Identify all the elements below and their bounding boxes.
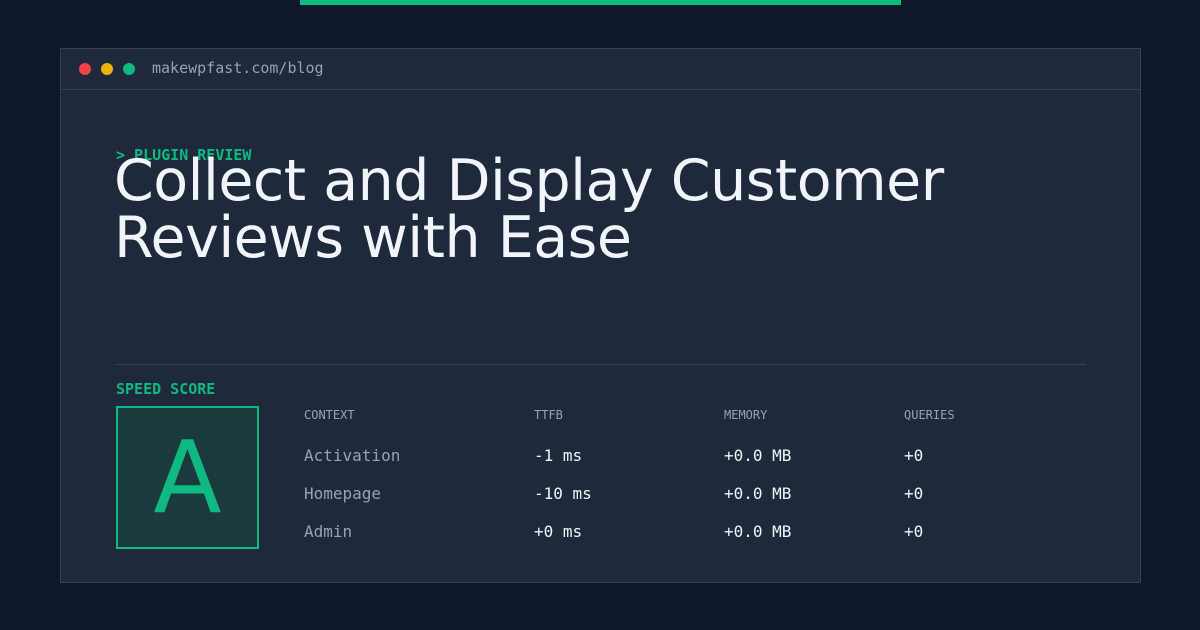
speed-score-label: SPEED SCORE: [116, 380, 216, 398]
header-context: CONTEXT: [304, 408, 355, 422]
speed-grade-box: A: [116, 406, 259, 549]
row-queries: +0: [904, 484, 924, 503]
top-accent-bar: [300, 0, 901, 5]
row-memory: +0.0 MB: [724, 446, 792, 465]
row-queries: +0: [904, 446, 924, 465]
header-queries: QUERIES: [904, 408, 955, 422]
row-ttfb: +0 ms: [534, 522, 583, 541]
header-ttfb: TTFB: [534, 408, 563, 422]
row-ttfb: -1 ms: [534, 446, 583, 465]
row-ttfb: -10 ms: [534, 484, 592, 503]
minimize-dot-icon[interactable]: [101, 63, 113, 75]
row-context: Homepage: [304, 484, 382, 503]
maximize-dot-icon[interactable]: [123, 63, 135, 75]
page-title: Collect and Display Customer Reviews wit…: [114, 148, 944, 271]
row-context: Activation: [304, 446, 401, 465]
url-text[interactable]: makewpfast.com/blog: [152, 58, 324, 78]
row-queries: +0: [904, 522, 924, 541]
browser-window: makewpfast.com/blog > PLUGIN REVIEW Coll…: [60, 48, 1141, 583]
row-context: Admin: [304, 522, 353, 541]
row-memory: +0.0 MB: [724, 522, 792, 541]
section-divider: [116, 364, 1086, 365]
window-titlebar: makewpfast.com/blog: [61, 49, 1140, 90]
header-memory: MEMORY: [724, 408, 768, 422]
row-memory: +0.0 MB: [724, 484, 792, 503]
metrics-table: CONTEXT TTFB MEMORY QUERIES Activation -…: [304, 407, 1104, 557]
speed-grade: A: [153, 418, 222, 536]
close-dot-icon[interactable]: [79, 63, 91, 75]
